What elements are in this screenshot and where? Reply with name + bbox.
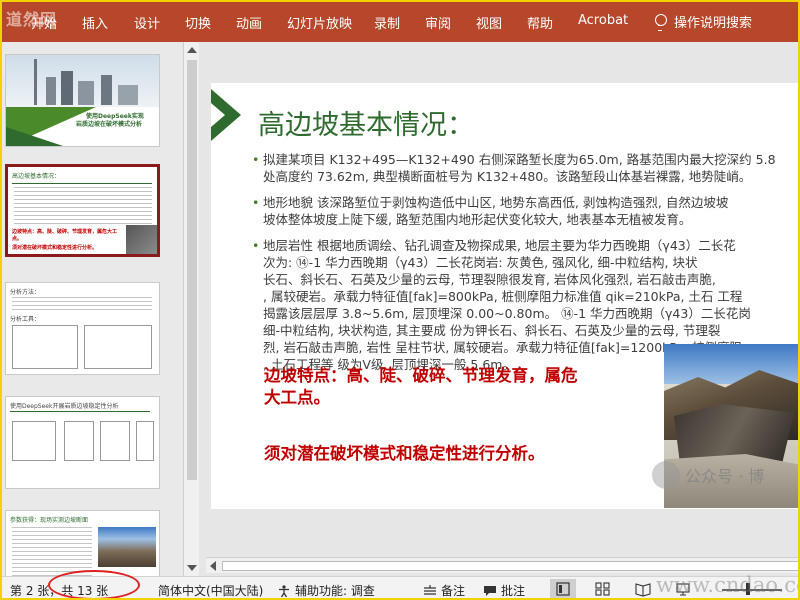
tab-design[interactable]: 设计 — [134, 13, 160, 32]
red-annotation-circle — [48, 570, 140, 600]
reading-view-button[interactable] — [630, 579, 656, 599]
normal-view-icon — [556, 582, 570, 596]
thumb3-heading-2: 分析工具： — [10, 316, 41, 323]
scroll-down-arrow-icon[interactable] — [187, 565, 197, 571]
bullet-project: 拟建某项目 K132+495—K132+490 右侧深路堑长度为65.0m, 路… — [252, 151, 800, 185]
thumbnail-scrollbar[interactable] — [183, 42, 199, 576]
accessibility-icon — [279, 584, 289, 597]
tab-record[interactable]: 录制 — [374, 13, 400, 32]
green-chevron-decoration — [211, 89, 241, 141]
scroll-left-arrow-icon[interactable] — [210, 561, 216, 571]
wechat-watermark-icon — [652, 461, 680, 489]
thumb2-highlight2: 须对潜在破坏模式和稳定性进行分析。 — [12, 245, 98, 251]
comments-button[interactable]: 批注 — [483, 582, 525, 599]
normal-view-button[interactable] — [550, 579, 576, 599]
notes-label: 备注 — [441, 584, 466, 598]
tab-view[interactable]: 视图 — [476, 13, 502, 32]
editor-horizontal-scrollbar[interactable] — [206, 557, 800, 573]
notes-button[interactable]: 备注 — [423, 582, 465, 599]
bullet-terrain: 地形地貌 该深路堑位于剥蚀构造低中山区, 地势东高西低, 剥蚀构造强烈, 自然边… — [252, 194, 800, 228]
comment-icon — [484, 585, 496, 596]
photo-watermark-text: 公众号 · 博 — [685, 467, 765, 486]
slide-sorter-button[interactable] — [590, 579, 616, 599]
thumb2-body-text — [14, 187, 152, 225]
tell-me-label: 操作说明搜索 — [674, 16, 753, 31]
slide-sorter-icon — [595, 582, 610, 596]
thumb1-title-2: 岩质边坡在破坏模式分析 — [76, 121, 143, 128]
slide-thumbnail-pane: 使用DeepSeek实现 岩质边坡在破坏模式分析 高边坡基本情况： 边坡特点：高… — [0, 42, 182, 600]
comments-label: 批注 — [501, 584, 526, 598]
slope-feature-text: 边坡特点：高、陡、破碎、节理发育，属危 大工点。 — [264, 366, 578, 407]
slide-thumbnail-3[interactable]: 分析方法： 分析工具： — [5, 282, 160, 375]
scrollbar-thumb[interactable] — [187, 60, 197, 480]
accessibility-label: 辅助功能: 调查 — [295, 584, 375, 598]
language-indicator[interactable]: 简体中文(中国大陆) — [158, 582, 263, 599]
horizontal-scrollbar-thumb[interactable] — [222, 561, 800, 571]
thumb2-photo — [126, 225, 157, 254]
green-wedge-dark — [6, 127, 66, 146]
thumb1-title-1: 使用DeepSeek实现 — [86, 113, 144, 120]
tab-home[interactable]: 开始 — [31, 13, 57, 32]
thumb5-title: 参数获得：现场实测边坡断面 — [10, 517, 89, 524]
thumb2-highlight1: 边坡特点：高、陡、破碎、节理发育，属危大工点。 — [12, 229, 118, 242]
tab-review[interactable]: 审阅 — [425, 13, 451, 32]
tab-transitions[interactable]: 切换 — [185, 13, 211, 32]
analysis-required-text: 须对潜在破坏模式和稳定性进行分析。 — [264, 444, 545, 463]
slide-title: 高边坡基本情况： — [258, 110, 474, 141]
tab-acrobat[interactable]: Acrobat — [578, 13, 628, 28]
slide-thumbnail-2[interactable]: 高边坡基本情况： 边坡特点：高、陡、破碎、节理发育，属危大工点。 须对潜在破坏模… — [5, 164, 160, 257]
accessibility-checker[interactable]: 辅助功能: 调查 — [277, 582, 375, 599]
scroll-up-arrow-icon[interactable] — [187, 47, 197, 53]
thumb5-photo — [98, 527, 156, 567]
tab-slideshow[interactable]: 幻灯片放映 — [287, 13, 352, 32]
notes-icon — [424, 584, 436, 595]
thumb3-heading-1: 分析方法： — [10, 289, 41, 296]
thumb4-title: 使用DeepSeek开展岩质边坡稳定性分析 — [10, 403, 119, 410]
lightbulb-icon — [654, 13, 667, 31]
tab-animations[interactable]: 动画 — [236, 13, 262, 32]
thumb2-title: 高边坡基本情况： — [12, 173, 61, 180]
tab-insert[interactable]: 插入 — [82, 13, 108, 32]
site-watermark: www.cndao.com — [656, 573, 800, 597]
reading-view-icon — [635, 583, 651, 597]
slide-thumbnail-1[interactable]: 使用DeepSeek实现 岩质边坡在破坏模式分析 — [5, 54, 160, 147]
current-slide[interactable]: 高边坡基本情况： 拟建某项目 K132+495—K132+490 右侧深路堑长度… — [211, 83, 800, 509]
slide-thumbnail-4[interactable]: 使用DeepSeek开展岩质边坡稳定性分析 — [5, 396, 160, 489]
city-skyline-image — [6, 55, 159, 107]
tell-me-search[interactable]: 操作说明搜索 — [654, 12, 752, 31]
tab-help[interactable]: 帮助 — [527, 13, 553, 32]
ribbon-tab-bar: 道然网 开始 插入 设计 切换 动画 幻灯片放映 录制 审阅 视图 帮助 Acr… — [0, 0, 800, 42]
